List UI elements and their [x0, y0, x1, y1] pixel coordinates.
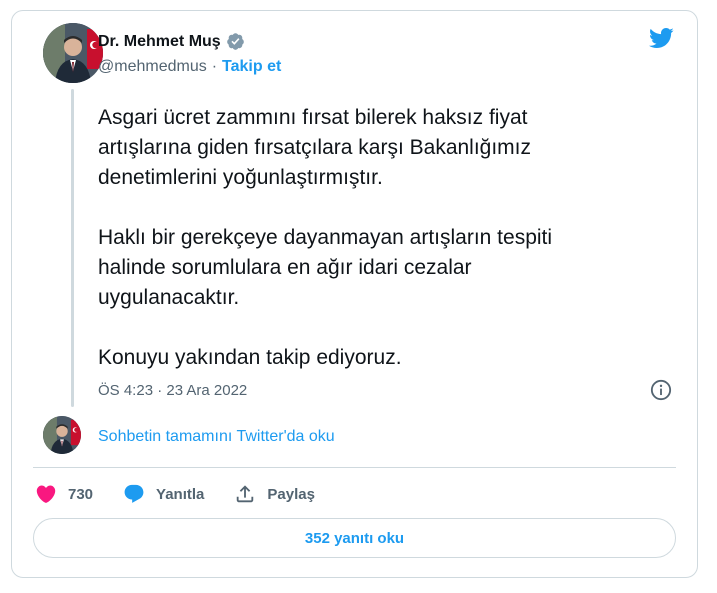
heart-icon	[35, 483, 57, 505]
read-replies-button[interactable]: 352 yanıtı oku	[33, 518, 676, 558]
tweet-actions: 730 Yanıtla Paylaş	[35, 483, 345, 505]
handle-separator: ·	[211, 58, 218, 75]
reply-button[interactable]: Yanıtla	[123, 483, 204, 505]
author-avatar[interactable]	[43, 23, 103, 83]
thread-connector-line	[71, 89, 74, 407]
info-icon[interactable]	[650, 379, 672, 401]
author-avatar-image	[43, 23, 103, 83]
like-count: 730	[68, 485, 94, 503]
tweet-timestamp[interactable]: ÖS 4:23 · 23 Ara 2022	[98, 382, 247, 399]
tweet-card: Dr. Mehmet Muş @mehmedmus · Takip et Asg…	[11, 10, 698, 578]
reply-bubble-icon	[123, 483, 145, 505]
author-handle[interactable]: @mehmedmus	[98, 58, 207, 76]
reply-label: Yanıtla	[156, 485, 205, 503]
share-button[interactable]: Paylaş	[234, 483, 315, 505]
author-display-name[interactable]: Dr. Mehmet Muş	[98, 33, 221, 51]
verified-badge-icon	[226, 32, 245, 51]
actions-divider	[33, 467, 676, 468]
author-handle-row: @mehmedmus · Takip et	[98, 58, 281, 76]
author-name-row: Dr. Mehmet Muş	[98, 32, 245, 51]
follow-button[interactable]: Takip et	[222, 58, 281, 76]
thread-author-avatar-image	[43, 416, 81, 454]
thread-author-avatar[interactable]	[43, 416, 81, 454]
like-button[interactable]: 730	[35, 483, 93, 505]
twitter-bird-icon[interactable]	[646, 25, 676, 51]
share-label: Paylaş	[267, 485, 315, 503]
read-full-thread-link[interactable]: Sohbetin tamamını Twitter'da oku	[98, 428, 335, 446]
share-icon	[234, 483, 256, 505]
tweet-text: Asgari ücret zammını fırsat bilerek haks…	[98, 106, 553, 369]
